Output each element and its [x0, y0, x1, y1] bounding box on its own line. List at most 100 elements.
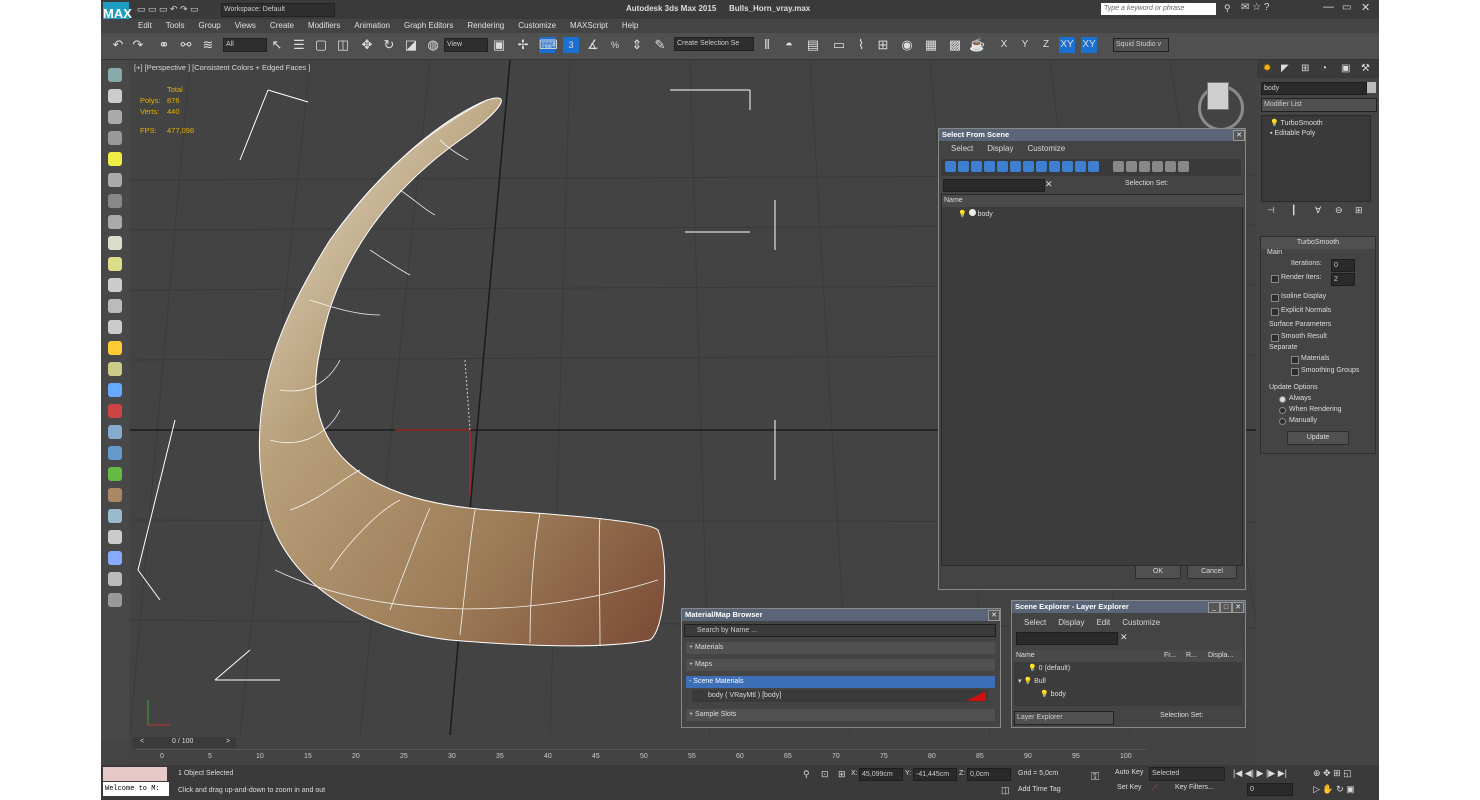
object-color-swatch[interactable] [1367, 82, 1376, 93]
geometry-filter-icon[interactable] [945, 161, 956, 172]
scene-materials-section[interactable]: - Scene Materials [686, 676, 995, 688]
current-frame-field[interactable]: 0 [1247, 783, 1293, 796]
maxscript-listener-top[interactable] [103, 767, 167, 781]
layer-row[interactable]: 💡 body [1040, 689, 1242, 701]
rollout-title[interactable]: TurboSmooth [1261, 237, 1375, 249]
isolate-icon[interactable]: ⚲ [803, 769, 810, 780]
cameras-filter-icon[interactable] [984, 161, 995, 172]
menu-help[interactable]: Help [622, 21, 638, 30]
place-icon[interactable]: ◍ [425, 37, 441, 53]
time-tag-icon[interactable]: ◫ [1001, 785, 1010, 796]
menu-edit[interactable]: Edit [138, 21, 152, 30]
materials-section[interactable]: + Materials [686, 642, 995, 654]
edit-named-selection-icon[interactable]: ✎ [652, 37, 668, 53]
smooth-result-checkbox[interactable] [1271, 334, 1279, 342]
configure-sets-icon[interactable]: ⊞ [1355, 205, 1363, 216]
material-search-input[interactable]: Search by Name ... [684, 624, 996, 637]
key-filters-button[interactable]: Key Filters... [1175, 784, 1214, 791]
ok-button[interactable]: OK [1135, 565, 1181, 579]
timeline-track[interactable]: 0 5 10 15 20 25 30 35 40 45 50 55 60 65 70 75 80 85 90 95 10… [136, 749, 1146, 766]
groups-filter-icon[interactable] [1023, 161, 1034, 172]
reference-coord-select[interactable]: View [444, 38, 488, 52]
list-item[interactable]: 💡 body [958, 209, 993, 221]
shapes-filter-icon[interactable] [958, 161, 969, 172]
pyramid-icon[interactable] [108, 572, 122, 586]
display-all-icon[interactable] [1113, 161, 1124, 172]
axis-constraint-xy[interactable]: XY [1059, 37, 1075, 53]
spinner-snap-icon[interactable]: ⇕ [629, 37, 645, 53]
close-button[interactable]: ✕ [1361, 1, 1370, 14]
menu-rendering[interactable]: Rendering [467, 21, 504, 30]
y-coordinate-field[interactable]: -41,445cm [913, 768, 957, 781]
sample-slots-section[interactable]: + Sample Slots [686, 709, 995, 721]
curve-editor-icon[interactable]: ⌇ [853, 37, 869, 53]
rendered-frame-icon[interactable]: ▩ [947, 37, 963, 53]
compound-icon[interactable] [108, 404, 122, 418]
stack-item[interactable]: ▪ Editable Poly [1270, 128, 1315, 140]
scene-explorer-clear-icon[interactable]: ✕ [1120, 632, 1128, 643]
explorer-type-select[interactable]: Layer Explorer [1014, 711, 1114, 725]
explicit-normals-checkbox[interactable] [1271, 308, 1279, 316]
x-coordinate-field[interactable]: 45,099cm [859, 768, 903, 781]
key-mode-select[interactable]: Selected [1149, 767, 1225, 781]
clear-search-icon[interactable]: ✕ [1045, 179, 1053, 190]
key-icon[interactable]: ⚿ [1091, 771, 1099, 784]
camera-icon[interactable] [108, 173, 122, 187]
viewport-nav-icons-top[interactable]: ⊕ ✥ ⊞ ◱ [1313, 768, 1352, 779]
cancel-button[interactable]: Cancel [1187, 565, 1237, 579]
spacewarps-filter-icon[interactable] [1010, 161, 1021, 172]
unlink-icon[interactable]: ⚯ [178, 37, 194, 53]
teapot-icon[interactable] [108, 362, 122, 376]
z-coordinate-field[interactable]: 0,0cm [967, 768, 1011, 781]
rect-selection-icon[interactable]: ▢ [313, 37, 329, 53]
time-slider-prev-icon[interactable]: < [140, 738, 144, 745]
select-from-scene-search-input[interactable] [943, 179, 1045, 192]
studio-select[interactable]: Squid Studio v [1113, 38, 1169, 52]
scene-explorer-menu-edit[interactable]: Edit [1096, 618, 1110, 627]
menu-views[interactable]: Views [235, 21, 256, 30]
menu-customize[interactable]: Customize [518, 21, 556, 30]
xrefs-filter-icon[interactable] [1036, 161, 1047, 172]
mirror-icon[interactable]: ⫴ [759, 37, 775, 53]
remove-modifier-icon[interactable]: ⊖ [1335, 205, 1343, 216]
scene-explorer-close-button[interactable]: ✕ [1232, 602, 1244, 613]
rotate-icon[interactable]: ↻ [381, 37, 397, 53]
material-editor-icon[interactable]: ◉ [899, 37, 915, 53]
scene-explorer-menu-display[interactable]: Display [1058, 618, 1084, 627]
menu-group[interactable]: Group [198, 21, 220, 30]
hidden-filter-icon[interactable] [1088, 161, 1099, 172]
set-key-icon[interactable]: ⟋ [1151, 783, 1157, 794]
select-from-scene-close-button[interactable]: ✕ [1233, 130, 1245, 141]
make-unique-icon[interactable]: ∀ [1315, 205, 1321, 216]
axis-constraint-z[interactable]: Z [1038, 37, 1054, 53]
update-button[interactable]: Update [1287, 431, 1349, 445]
modifier-list-select[interactable]: Modifier List [1261, 98, 1377, 112]
particles-icon[interactable] [108, 383, 122, 397]
loft-icon[interactable] [108, 509, 122, 523]
scene-material-item[interactable]: body ( VRayMtl ) [body] [692, 690, 988, 702]
menu-create[interactable]: Create [270, 21, 294, 30]
scene-explorer-menu-select[interactable]: Select [1024, 618, 1046, 627]
time-slider[interactable]: < 0 / 100 > [132, 737, 236, 748]
viewport-nav-icons-bottom[interactable]: ▷ ✋ ↻ ▣ [1313, 784, 1355, 795]
add-time-tag[interactable]: Add Time Tag [1018, 786, 1061, 793]
scene-explorer-minimize-button[interactable]: _ [1208, 602, 1220, 613]
sphere-icon[interactable] [108, 257, 122, 271]
iterations-spinner[interactable]: 0 [1331, 259, 1355, 272]
render-iters-spinner[interactable]: 2 [1331, 273, 1355, 286]
update-when-rendering-radio[interactable] [1279, 407, 1286, 414]
show-end-result-icon[interactable]: ┃ [1291, 205, 1296, 216]
expand-icon[interactable]: ▾ [1018, 678, 1022, 685]
box-icon[interactable] [108, 236, 122, 250]
maximize-button[interactable]: ▭ [1342, 2, 1351, 13]
playback-controls[interactable]: |◀ ◀| ▶ |▶ ▶| [1233, 768, 1287, 779]
cylinder-icon[interactable] [108, 278, 122, 292]
object-name-field[interactable]: body [1261, 82, 1367, 95]
search-input[interactable]: Type a keyword or phrase [1101, 3, 1216, 15]
foliage-icon[interactable] [108, 467, 122, 481]
link-icon[interactable]: ⚭ [156, 37, 172, 53]
options-icon[interactable] [1178, 161, 1189, 172]
select-from-scene-menu-display[interactable]: Display [987, 144, 1013, 153]
named-selection-set-select[interactable]: Create Selection Se [674, 37, 754, 51]
lights-filter-icon[interactable] [971, 161, 982, 172]
